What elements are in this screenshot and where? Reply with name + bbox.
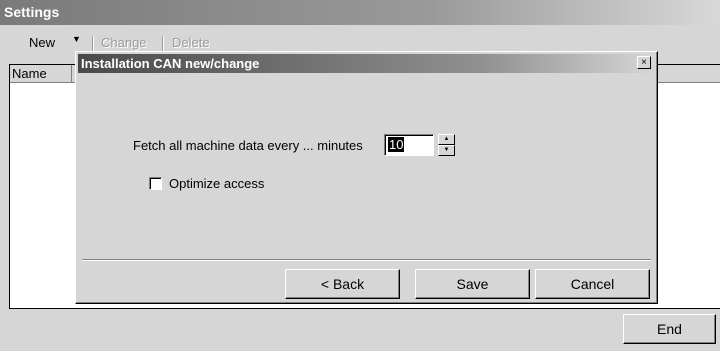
end-button[interactable]: End [623,314,716,344]
spin-down-icon[interactable]: ▼ [438,145,455,156]
delete-button[interactable]: Delete [172,35,210,50]
dialog-title-bar: Installation CAN new/change × [78,54,655,73]
dialog-divider [82,259,651,261]
window-title: Settings [4,4,60,20]
new-button[interactable]: New [29,35,55,50]
close-icon[interactable]: × [637,56,651,69]
new-dropdown-arrow-icon[interactable]: ▼ [72,34,81,44]
save-button[interactable]: Save [415,269,530,299]
change-button[interactable]: Change [101,35,147,50]
spin-up-icon[interactable]: ▲ [438,134,455,145]
installation-dialog: Installation CAN new/change × Fetch all … [75,51,658,304]
dialog-title: Installation CAN new/change [81,56,260,71]
fetch-interval-input[interactable]: 10 [384,134,434,156]
back-button[interactable]: < Back [285,269,400,299]
optimize-access-checkbox[interactable] [149,177,162,190]
toolbar-separator [162,36,164,51]
fetch-interval-label: Fetch all machine data every ... minutes [133,138,363,153]
column-header-name[interactable]: Name [10,65,72,82]
toolbar-separator [92,36,94,51]
cancel-button[interactable]: Cancel [535,269,650,299]
fetch-interval-value: 10 [388,137,405,152]
optimize-access-label[interactable]: Optimize access [169,176,264,191]
window-title-bar: Settings [0,0,720,25]
